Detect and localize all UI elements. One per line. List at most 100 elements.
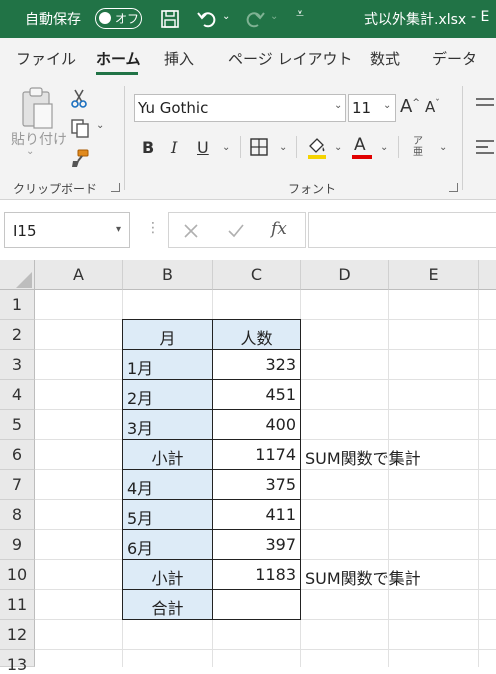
row-header-13[interactable]: 13	[0, 650, 35, 674]
row-header-6[interactable]: 6	[0, 440, 35, 470]
font-group-label: フォント	[288, 182, 337, 196]
name-box-dropdown-icon[interactable]: ▾	[116, 224, 121, 235]
column-header-a[interactable]: A	[35, 260, 123, 290]
font-size-dropdown-icon[interactable]: ⌄	[383, 100, 391, 111]
cell-b6[interactable]: 小計	[122, 440, 213, 470]
borders-dropdown-icon[interactable]: ⌄	[279, 142, 287, 153]
italic-button[interactable]: I	[171, 138, 177, 157]
cell-c9[interactable]: 397	[213, 530, 301, 560]
file-name: 式以外集計.xlsx	[364, 12, 467, 28]
row-header-1[interactable]: 1	[0, 290, 35, 320]
column-header-f[interactable]	[479, 260, 496, 290]
cell-b8[interactable]: 5月	[122, 500, 213, 530]
ribbon-tabs: ファイル ホーム 挿入 ページ レイアウト 数式 データ	[0, 38, 496, 76]
select-all-corner[interactable]	[0, 260, 35, 290]
column-header-d[interactable]: D	[301, 260, 389, 290]
column-header-b[interactable]: B	[123, 260, 213, 290]
autosave-toggle[interactable]: オフ	[95, 8, 142, 29]
paste-icon[interactable]	[20, 86, 56, 132]
cell-b7[interactable]: 4月	[122, 470, 213, 500]
underline-dropdown-icon[interactable]: ⌄	[222, 142, 230, 153]
column-header-e[interactable]: E	[389, 260, 479, 290]
redo-icon[interactable]	[244, 8, 266, 30]
app-name: - E	[471, 9, 490, 25]
redo-dropdown-icon[interactable]: ⌄	[270, 11, 278, 22]
cancel-icon[interactable]	[183, 223, 199, 239]
cell-b3[interactable]: 1月	[122, 350, 213, 380]
underline-button[interactable]: U	[197, 138, 209, 157]
row-header-2[interactable]: 2	[0, 320, 35, 350]
row-header-10[interactable]: 10	[0, 560, 35, 590]
column-header-c[interactable]: C	[213, 260, 301, 290]
align-top-icon[interactable]	[476, 96, 494, 112]
cell-c8[interactable]: 411	[213, 500, 301, 530]
autosave-state: オフ	[115, 12, 140, 26]
name-box[interactable]: I15	[4, 212, 130, 248]
row-header-4[interactable]: 4	[0, 380, 35, 410]
cell-b10[interactable]: 小計	[122, 560, 213, 590]
fill-color-dropdown-icon[interactable]: ⌄	[334, 142, 342, 153]
toggle-knob	[99, 12, 111, 24]
phonetic-dropdown-icon[interactable]: ⌄	[439, 142, 447, 153]
format-painter-icon[interactable]	[70, 148, 90, 168]
row-header-11[interactable]: 11	[0, 590, 35, 620]
paste-label[interactable]: 貼り付け	[11, 129, 67, 149]
row-header-9[interactable]: 9	[0, 530, 35, 560]
cell-b9[interactable]: 6月	[122, 530, 213, 560]
cell-d10[interactable]: SUM関数で集計	[301, 560, 479, 590]
row-header-5[interactable]: 5	[0, 410, 35, 440]
cell-b2[interactable]: 月	[122, 319, 213, 350]
cell-c2[interactable]: 人数	[213, 319, 301, 350]
align-left-icon[interactable]	[476, 138, 494, 156]
decrease-font-size-icon[interactable]: Aˇ	[425, 98, 440, 116]
tab-insert[interactable]: 挿入	[164, 48, 194, 69]
cut-icon[interactable]	[70, 88, 88, 108]
tab-data[interactable]: データ	[432, 48, 477, 69]
clipboard-group-label: クリップボード	[13, 182, 98, 196]
copy-icon[interactable]	[70, 118, 90, 138]
phonetic-guide-icon[interactable]: ア亜	[413, 136, 425, 158]
increase-font-size-icon[interactable]: A^	[400, 96, 420, 117]
title-bar: 自動保存 オフ ⌄ ⌄ ⩡ 式以外集計.xlsx - E	[0, 0, 496, 38]
save-icon[interactable]	[160, 9, 180, 29]
cell-c7[interactable]: 375	[213, 470, 301, 500]
cell-d6[interactable]: SUM関数で集計	[301, 440, 479, 470]
insert-function-icon[interactable]: fx	[271, 219, 287, 239]
font-color-icon[interactable]: A	[354, 135, 366, 155]
tab-page-layout[interactable]: ページ レイアウト	[228, 48, 352, 69]
tab-formulas[interactable]: 数式	[370, 48, 400, 69]
cell-c11[interactable]	[213, 590, 301, 620]
row-header-3[interactable]: 3	[0, 350, 35, 380]
cell-c6[interactable]: 1174	[213, 440, 301, 470]
tab-home[interactable]: ホーム	[96, 48, 141, 69]
font-name-box[interactable]: Yu Gothic	[134, 94, 346, 122]
row-header-7[interactable]: 7	[0, 470, 35, 500]
enter-icon[interactable]	[227, 223, 245, 239]
borders-icon[interactable]	[249, 137, 269, 157]
cell-b4[interactable]: 2月	[122, 380, 213, 410]
cell-c4[interactable]: 451	[213, 380, 301, 410]
inline-divider	[296, 136, 297, 158]
cell-c3[interactable]: 323	[213, 350, 301, 380]
undo-dropdown-icon[interactable]: ⌄	[222, 11, 230, 22]
clipboard-launcher-icon[interactable]	[111, 183, 120, 192]
fill-color-icon[interactable]	[306, 136, 328, 160]
paste-dropdown-icon[interactable]: ⌄	[26, 146, 34, 157]
cell-c5[interactable]: 400	[213, 410, 301, 440]
undo-icon[interactable]	[196, 8, 218, 30]
copy-dropdown-icon[interactable]: ⌄	[96, 120, 104, 131]
formula-bar-grip-icon[interactable]: ⋮	[146, 220, 160, 236]
cell-b11[interactable]: 合計	[122, 590, 213, 620]
font-name-dropdown-icon[interactable]: ⌄	[334, 100, 342, 111]
font-color-dropdown-icon[interactable]: ⌄	[380, 142, 388, 153]
cell-c10[interactable]: 1183	[213, 560, 301, 590]
row-header-12[interactable]: 12	[0, 620, 35, 650]
group-divider	[124, 86, 125, 190]
bold-button[interactable]: B	[142, 138, 154, 157]
font-launcher-icon[interactable]	[449, 183, 458, 192]
customize-qat-icon[interactable]: ⩡	[296, 6, 304, 22]
row-header-8[interactable]: 8	[0, 500, 35, 530]
cell-b5[interactable]: 3月	[122, 410, 213, 440]
formula-input[interactable]	[308, 212, 496, 248]
tab-file[interactable]: ファイル	[16, 48, 76, 69]
